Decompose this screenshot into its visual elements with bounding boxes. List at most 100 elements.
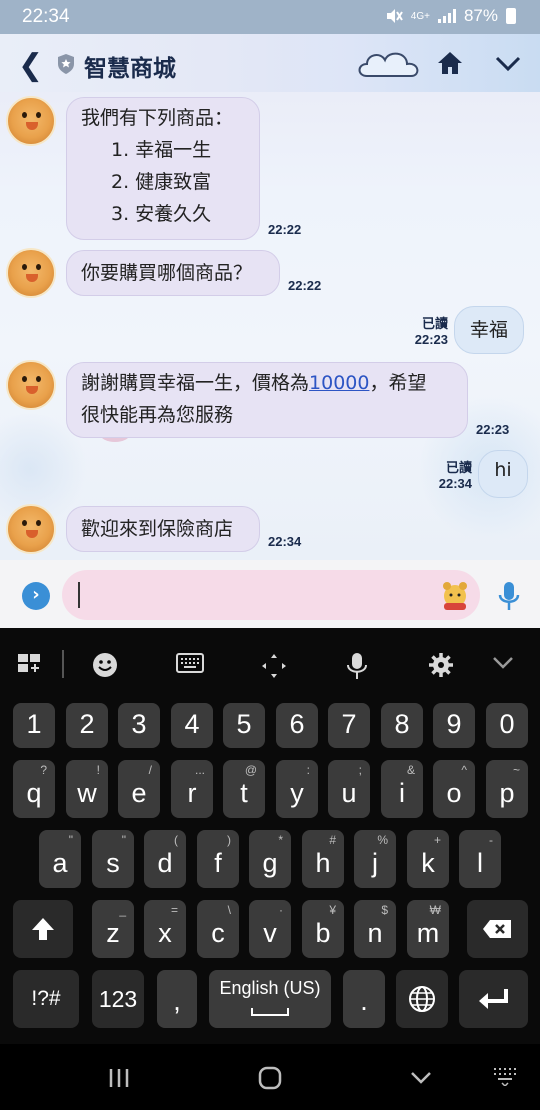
bot-avatar[interactable] (6, 248, 56, 298)
message-text: 你要購買哪個商品？ (81, 262, 253, 284)
chat-area[interactable]: ❮ 智慧商城 我們有下列商品： 1. 幸福一生 2. 健康致富 3. 安養久久 … (0, 34, 540, 560)
message-time: 22:23 (476, 422, 510, 437)
cursor-move-icon[interactable] (260, 652, 288, 680)
chat-title: 智慧商城 (84, 56, 176, 82)
key-e[interactable]: / e (118, 760, 160, 818)
message-bubble: 你要購買哪個商品？ (66, 250, 280, 296)
key-u[interactable]: ; u (328, 760, 370, 818)
signal-icon (437, 9, 456, 23)
message-text: 很快能再為您服務 (81, 404, 234, 426)
keyboard-grid-icon[interactable] (18, 652, 44, 674)
network-type: 4G+ (410, 10, 430, 22)
home-button-icon[interactable] (258, 1066, 282, 1090)
numbers-key[interactable]: 123 (92, 970, 144, 1028)
microphone-icon[interactable] (496, 580, 522, 612)
message-text: 我們有下列商品： (81, 107, 234, 129)
message-text: 歡迎來到保險商店 (81, 518, 234, 540)
key-i[interactable]: & i (381, 760, 423, 818)
bot-avatar[interactable] (6, 360, 56, 410)
backspace-key[interactable] (467, 900, 528, 958)
key-d[interactable]: (d (144, 830, 186, 888)
key-2[interactable]: 2 (66, 703, 108, 748)
key-q[interactable]: ? q (13, 760, 55, 818)
key-r[interactable]: ... r (171, 760, 213, 818)
message-bubble: 幸福 (454, 306, 524, 354)
shift-key[interactable] (13, 900, 73, 958)
emoji-icon[interactable] (92, 652, 118, 678)
key-6[interactable]: 6 (276, 703, 318, 748)
home-icon[interactable] (436, 50, 464, 76)
sticker-icon[interactable] (438, 578, 472, 612)
key-0[interactable]: 0 (486, 703, 528, 748)
key-x[interactable]: = x (144, 900, 186, 958)
settings-gear-icon[interactable] (428, 652, 454, 678)
key-w[interactable]: ! w (66, 760, 108, 818)
key-v[interactable]: · v (249, 900, 291, 958)
space-key[interactable]: English (US) (209, 970, 331, 1028)
shield-icon (58, 54, 74, 74)
message-status: 已讀 22:34 (428, 460, 472, 492)
keyboard-icon[interactable] (176, 652, 204, 674)
key-s[interactable]: " s (92, 830, 134, 888)
back-chevron-icon[interactable] (410, 1070, 432, 1086)
key-y[interactable]: :y (276, 760, 318, 818)
key-4[interactable]: 4 (171, 703, 213, 748)
key-o[interactable]: ^ o (433, 760, 475, 818)
chevron-down-icon[interactable] (494, 50, 522, 76)
message-text: 1. 幸福一生 (111, 139, 212, 161)
key-t[interactable]: @ t (223, 760, 265, 818)
key-z[interactable]: _ z (92, 900, 134, 958)
mute-icon (386, 9, 403, 23)
backspace-icon (483, 920, 511, 938)
key-h[interactable]: # h (302, 830, 344, 888)
key-p[interactable]: ~ p (486, 760, 528, 818)
status-time: 22:34 (22, 6, 70, 27)
read-receipt: 已讀 (421, 316, 448, 331)
toolbar-divider (62, 650, 64, 678)
key-5[interactable]: 5 (223, 703, 265, 748)
comma-key[interactable]: , (157, 970, 197, 1028)
period-key[interactable]: . (343, 970, 385, 1028)
message-time: 22:22 (288, 278, 322, 293)
language-key[interactable] (396, 970, 448, 1028)
price-link[interactable]: 10000 (309, 372, 369, 394)
bot-avatar[interactable] (6, 96, 56, 146)
key-g[interactable]: * g (249, 830, 291, 888)
key-n[interactable]: $ n (354, 900, 396, 958)
message-input[interactable] (62, 570, 480, 620)
key-f[interactable]: ) f (197, 830, 239, 888)
message-bubble: 我們有下列商品： 1. 幸福一生 2. 健康致富 3. 安養久久 (66, 97, 260, 240)
key-j[interactable]: % j (354, 830, 396, 888)
back-arrow-icon[interactable]: ❮ (18, 48, 43, 83)
key-7[interactable]: 7 (328, 703, 370, 748)
message-input-bar: › (0, 560, 540, 628)
key-k[interactable]: + k (407, 830, 449, 888)
key-c[interactable]: \ c (197, 900, 239, 958)
voice-input-icon[interactable] (346, 652, 368, 680)
keyboard-hide-icon[interactable] (492, 1066, 518, 1086)
key-b[interactable]: ¥ b (302, 900, 344, 958)
key-1[interactable]: 1 (13, 703, 55, 748)
space-bar-icon (251, 1008, 289, 1016)
key-l[interactable]: -l (459, 830, 501, 888)
symbols-key[interactable]: !?# (13, 970, 79, 1028)
shift-arrow-icon (32, 918, 54, 940)
key-m[interactable]: ₩ m (407, 900, 449, 958)
recent-apps-icon[interactable] (108, 1068, 130, 1088)
message-time: 22:23 (414, 332, 448, 347)
message-bubble: 謝謝購買幸福一生，價格為10000，希望 很快能再為您服務 (66, 362, 468, 438)
bot-avatar[interactable] (6, 504, 56, 554)
expand-icon[interactable]: › (22, 582, 50, 610)
key-a[interactable]: " a (39, 830, 81, 888)
message-text: 3. 安養久久 (111, 203, 212, 225)
collapse-keyboard-icon[interactable] (492, 656, 514, 670)
text-cursor (78, 582, 80, 608)
key-3[interactable]: 3 (118, 703, 160, 748)
cloud-decoration-icon (358, 52, 419, 77)
battery-percent: 87% (463, 6, 498, 25)
key-9[interactable]: 9 (433, 703, 475, 748)
key-8[interactable]: 8 (381, 703, 423, 748)
message-bubble: 歡迎來到保險商店 (66, 506, 260, 552)
enter-key[interactable] (459, 970, 528, 1028)
message-time: 22:34 (268, 534, 302, 549)
